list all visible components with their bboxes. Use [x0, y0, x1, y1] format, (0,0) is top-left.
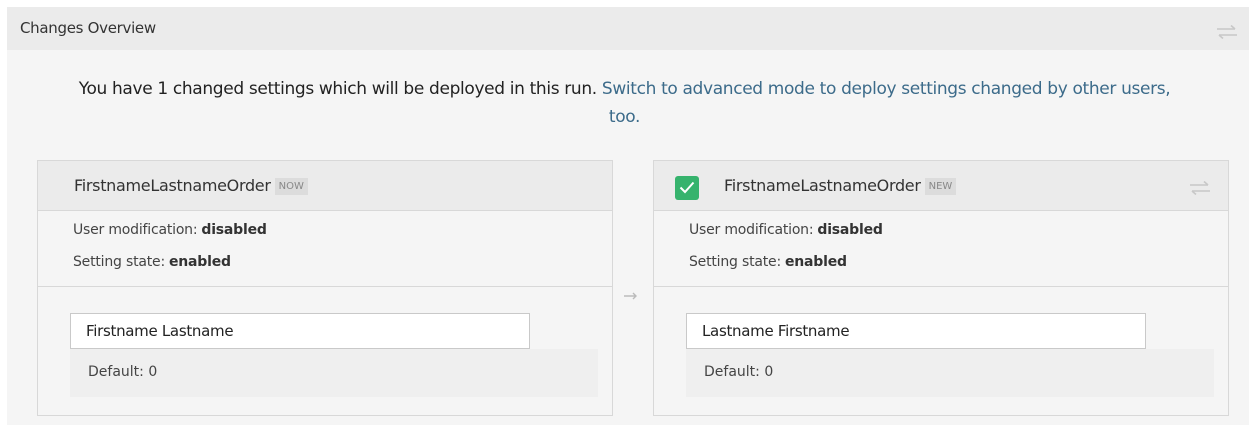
- user-modification-row: User modification: disabled: [73, 222, 267, 238]
- user-modification-row: User modification: disabled: [689, 222, 883, 238]
- setting-state-row: Setting state: enabled: [73, 254, 231, 270]
- default-value: Default: 0: [704, 364, 774, 380]
- arrow-right-icon: [624, 292, 637, 300]
- setting-name: FirstnameLastnameOrder NEW: [724, 176, 957, 195]
- checkmark-icon: [679, 181, 695, 194]
- card-meta: User modification: disabled Setting state…: [38, 211, 612, 287]
- setting-state-value: enabled: [168, 254, 231, 270]
- setting-state-row: Setting state: enabled: [689, 254, 847, 270]
- setting-name: FirstnameLastnameOrder NOW: [74, 176, 308, 195]
- swap-arrows-icon[interactable]: [1216, 25, 1238, 39]
- deploy-checkbox[interactable]: [675, 176, 699, 200]
- user-modification-value: disabled: [201, 222, 267, 238]
- intro-line-2: too.: [0, 103, 1249, 131]
- card-header: FirstnameLastnameOrder NEW: [654, 161, 1228, 211]
- new-badge: NEW: [924, 178, 957, 195]
- now-badge: NOW: [274, 178, 308, 195]
- setting-value-field[interactable]: Firstname Lastname: [70, 313, 530, 349]
- panel-header: Changes Overview: [7, 7, 1249, 50]
- user-modification-value: disabled: [817, 222, 883, 238]
- advanced-mode-link[interactable]: Switch to advanced mode to deploy settin…: [602, 79, 1171, 99]
- setting-value-field[interactable]: Lastname Firstname: [686, 313, 1146, 349]
- user-modification-label: User modification:: [689, 222, 814, 238]
- setting-card-current: FirstnameLastnameOrder NOW User modificat…: [37, 160, 613, 416]
- intro-line-1: You have 1 changed settings which will b…: [0, 75, 1249, 103]
- default-area: Default: 0: [70, 349, 598, 397]
- setting-state-label: Setting state:: [73, 254, 165, 270]
- setting-name-text: FirstnameLastnameOrder: [74, 176, 271, 195]
- setting-state-label: Setting state:: [689, 254, 781, 270]
- setting-card-new: FirstnameLastnameOrder NEW User modificat…: [653, 160, 1229, 416]
- intro-text: You have 1 changed settings which will b…: [78, 79, 598, 99]
- user-modification-label: User modification:: [73, 222, 198, 238]
- panel-title: Changes Overview: [20, 19, 156, 37]
- default-area: Default: 0: [686, 349, 1214, 397]
- default-value: Default: 0: [88, 364, 158, 380]
- setting-state-value: enabled: [784, 254, 847, 270]
- setting-name-text: FirstnameLastnameOrder: [724, 176, 921, 195]
- card-header: FirstnameLastnameOrder NOW: [38, 161, 612, 211]
- card-meta: User modification: disabled Setting state…: [654, 211, 1228, 287]
- swap-arrows-icon[interactable]: [1189, 181, 1211, 195]
- advanced-mode-link-continued[interactable]: too.: [609, 107, 641, 127]
